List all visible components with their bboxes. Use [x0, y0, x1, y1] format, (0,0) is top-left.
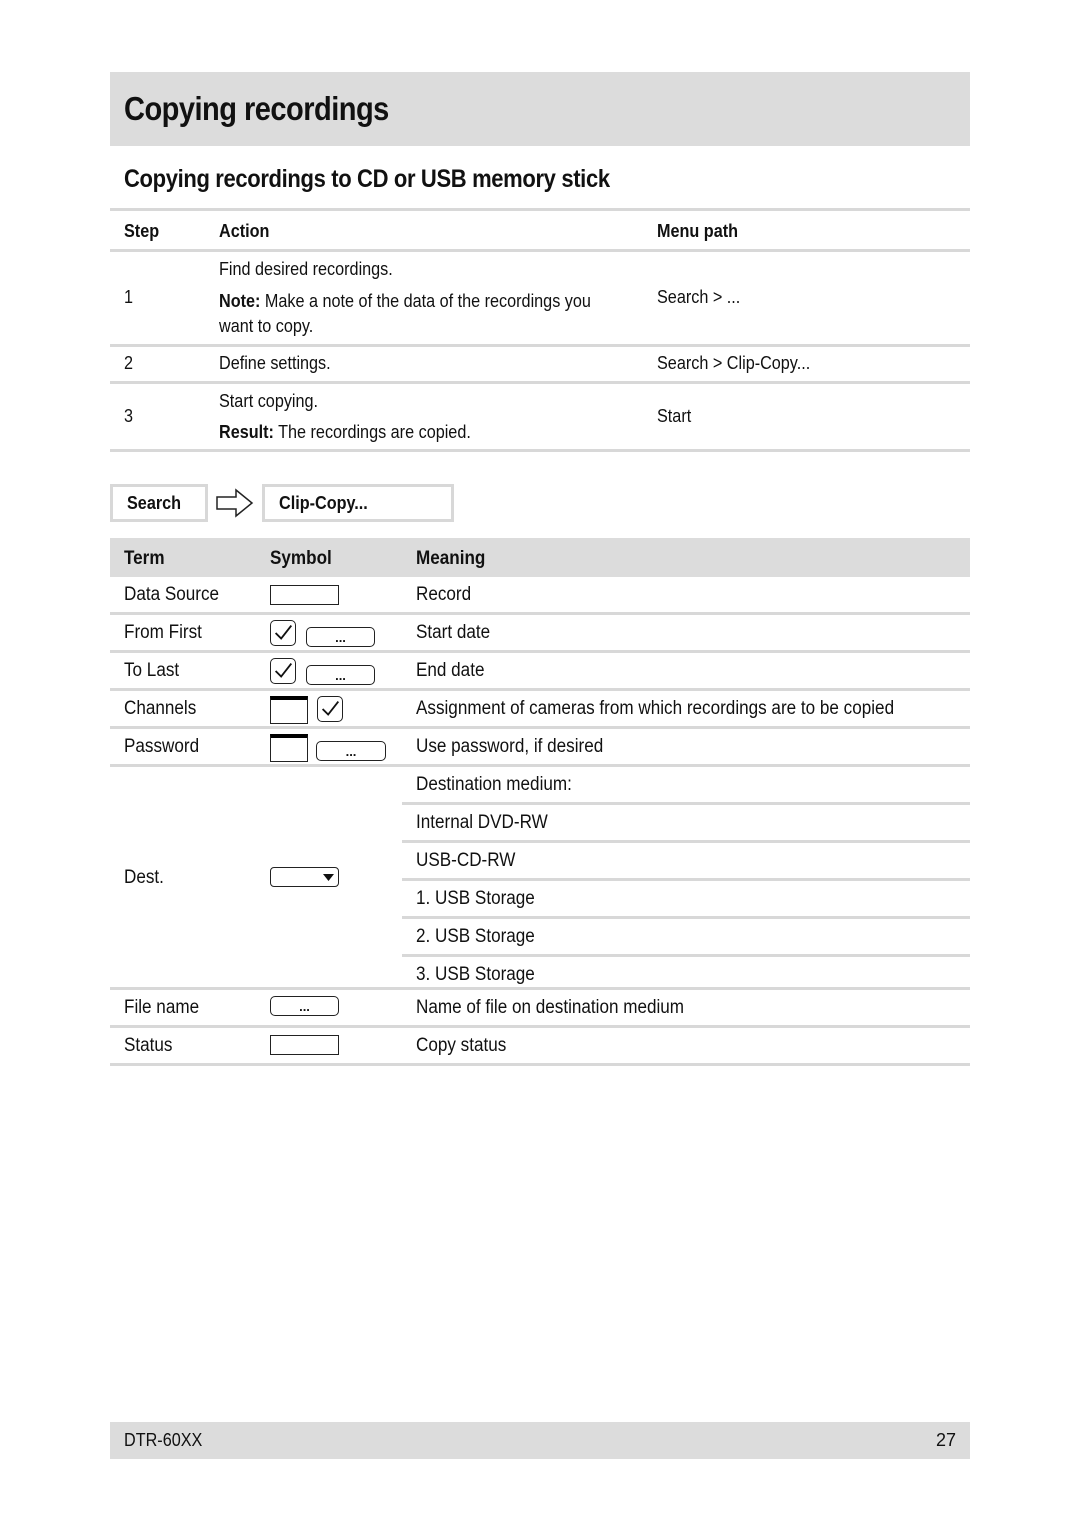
footer-model: DTR-60XX [124, 1430, 203, 1450]
meaning: Name of file on destination medium [416, 997, 685, 1018]
section-title: Copying recordings to CD or USB memory s… [124, 165, 610, 193]
meaning: Use password, if desired [416, 736, 604, 757]
page-title-bar: Copying recordings [110, 72, 970, 146]
table-row: Channels Assignment of cameras from whic… [110, 691, 970, 726]
result-label: Result: [219, 422, 274, 442]
header-meaning: Meaning [416, 548, 486, 569]
dest-option: 3. USB Storage [416, 964, 535, 985]
dest-option: Internal DVD-RW [416, 812, 548, 833]
term: Channels [124, 698, 197, 719]
checkbox-checked-icon [270, 620, 296, 646]
meaning: Assignment of cameras from which recordi… [416, 698, 895, 719]
header-step: Step [124, 221, 160, 241]
header-symbol: Symbol [270, 548, 332, 569]
text-field-symbol [270, 1035, 339, 1055]
page-footer: DTR-60XX 27 [110, 1422, 970, 1459]
ellipsis-button-symbol: ... [316, 741, 386, 761]
term: Status [124, 1035, 173, 1056]
dest-options-list: Destination medium: Internal DVD-RW USB-… [110, 767, 970, 992]
step-number: 2 [124, 353, 134, 373]
term: From First [124, 622, 202, 643]
menu-box-clip-copy: Clip-Copy... [262, 484, 454, 522]
text-field-symbol [270, 585, 339, 605]
menu-path: Start [657, 406, 692, 426]
table-row: From First ... Start date [110, 615, 970, 650]
meaning: Destination medium: [416, 774, 572, 795]
table-row: Status Copy status [110, 1028, 970, 1063]
terms-table-header: Term Symbol Meaning [110, 538, 970, 577]
action-result: Result: The recordings are copied. [219, 422, 471, 443]
window-symbol-icon [270, 734, 308, 762]
menu-path: Search > ... [657, 287, 741, 307]
menu-box-label: Clip-Copy... [279, 493, 368, 513]
meaning: Record [416, 584, 472, 605]
action-text: Find desired recordings. [219, 259, 393, 279]
terms-table: Term Symbol Meaning Data Source Record F… [110, 538, 970, 1066]
checkbox-checked-icon [317, 696, 343, 722]
steps-table-header: Step Action Menu path [110, 211, 970, 249]
window-symbol-icon [270, 696, 308, 724]
step-number: 3 [124, 406, 134, 426]
menu-box-label: Search [127, 493, 182, 513]
table-row: 1 Find desired recordings. Note: Make a … [110, 252, 970, 344]
page-number: 27 [935, 1430, 956, 1450]
ellipsis-button-symbol: ... [306, 627, 375, 647]
term: To Last [124, 660, 180, 681]
ellipsis-button-symbol: ... [270, 996, 339, 1016]
menu-box-search: Search [110, 484, 208, 522]
steps-table: Step Action Menu path 1 Find desired rec… [110, 208, 970, 452]
table-row: 2 Define settings. Search > Clip-Copy... [110, 347, 970, 381]
step-number: 1 [124, 287, 134, 307]
term: Password [124, 736, 200, 757]
note-text-continued: want to copy. [219, 316, 314, 336]
dest-option: 1. USB Storage [416, 888, 535, 909]
note-label: Note: [219, 291, 261, 311]
table-row: Password ... Use password, if desired [110, 729, 970, 764]
page-title: Copying recordings [124, 90, 389, 127]
table-row: Data Source Record [110, 577, 970, 612]
note-text: Make a note of the data of the recording… [260, 291, 591, 311]
term: Data Source [124, 584, 220, 605]
meaning: Start date [416, 622, 491, 643]
table-row: To Last ... End date [110, 653, 970, 688]
action-text: Start copying. [219, 391, 319, 411]
term: File name [124, 997, 200, 1018]
header-term: Term [124, 548, 165, 569]
result-text: The recordings are copied. [273, 422, 471, 442]
meaning: Copy status [416, 1035, 507, 1056]
checkbox-checked-icon [270, 658, 296, 684]
right-arrow-icon [216, 488, 254, 518]
dest-row-group: Dest. Destination medium: Internal DVD-R… [110, 767, 970, 987]
header-action: Action [219, 221, 270, 241]
header-menu-path: Menu path [657, 221, 738, 241]
action-note: Note: Make a note of the data of the rec… [219, 291, 591, 312]
table-row: File name ... Name of file on destinatio… [110, 990, 970, 1025]
action-text: Define settings. [219, 353, 331, 373]
ellipsis-button-symbol: ... [306, 665, 375, 685]
dest-option: 2. USB Storage [416, 926, 535, 947]
meaning: End date [416, 660, 485, 681]
table-row: 3 Start copying. Result: The recordings … [110, 384, 970, 449]
menu-path: Search > Clip-Copy... [657, 353, 811, 373]
dest-option: USB-CD-RW [416, 850, 516, 871]
